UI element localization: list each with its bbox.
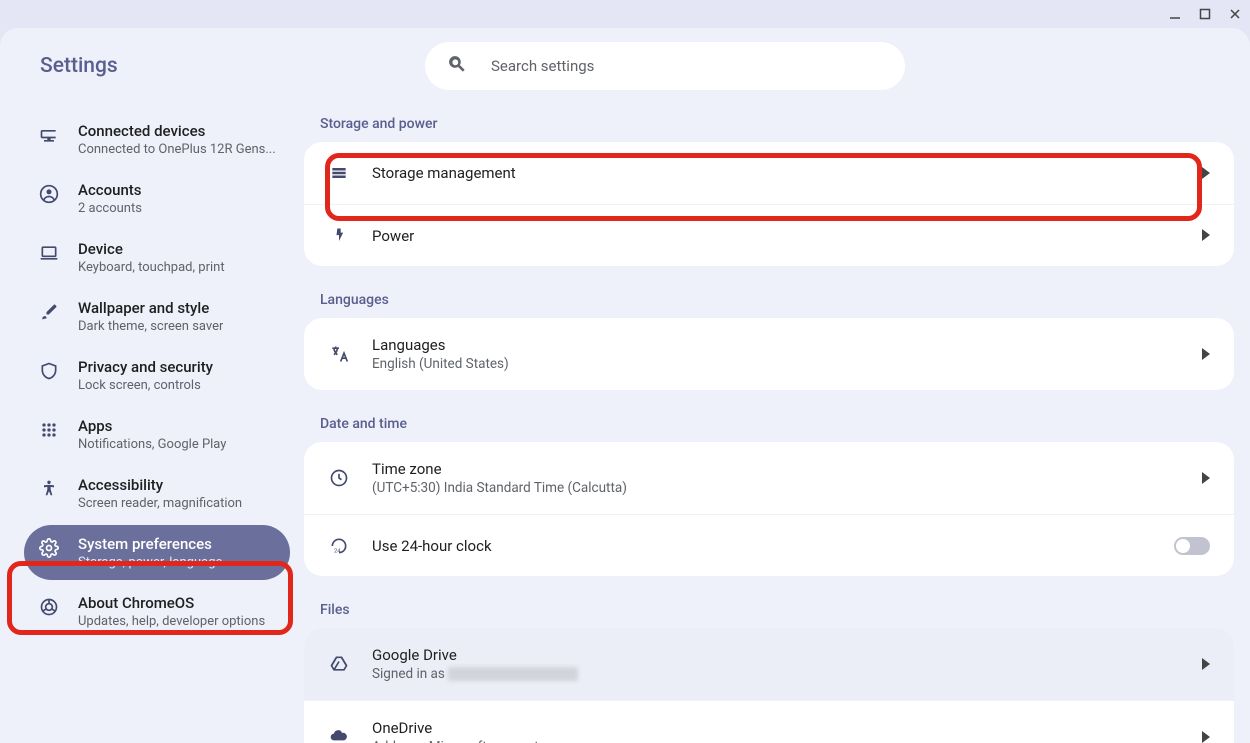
gdrive-icon bbox=[328, 653, 350, 675]
row-languages[interactable]: Languages English (United States) bbox=[304, 318, 1234, 390]
section-storage-power: Storage and power bbox=[304, 108, 1234, 142]
apps-icon bbox=[38, 419, 60, 441]
close-button[interactable] bbox=[1228, 7, 1242, 21]
chevron-right-icon bbox=[1202, 728, 1210, 743]
maximize-button[interactable] bbox=[1198, 7, 1212, 21]
row-google-drive[interactable]: Google Drive Signed in as bbox=[304, 628, 1234, 700]
settings-app: Settings Connected devices Connected to … bbox=[0, 28, 1250, 743]
gdrive-account: Signed in as bbox=[372, 666, 1180, 682]
chevron-right-icon bbox=[1202, 226, 1210, 245]
window-titlebar bbox=[0, 0, 1250, 28]
sidebar-item-privacy[interactable]: Privacy and security Lock screen, contro… bbox=[24, 348, 290, 403]
card-date-time: Time zone (UTC+5:30) India Standard Time… bbox=[304, 442, 1234, 576]
sidebar-item-connected-devices[interactable]: Connected devices Connected to OnePlus 1… bbox=[24, 112, 290, 167]
card-languages: Languages English (United States) bbox=[304, 318, 1234, 390]
translate-icon bbox=[328, 343, 350, 365]
search-input[interactable] bbox=[491, 57, 883, 75]
sidebar-item-about[interactable]: About ChromeOS Updates, help, developer … bbox=[24, 584, 290, 639]
app-title: Settings bbox=[0, 54, 320, 78]
chevron-right-icon bbox=[1202, 345, 1210, 364]
toggle-24hour[interactable] bbox=[1174, 537, 1210, 555]
card-files: Google Drive Signed in as OneDrive Add y… bbox=[304, 628, 1234, 743]
app-header: Settings bbox=[0, 28, 1250, 104]
shield-icon bbox=[38, 360, 60, 382]
svg-text:24: 24 bbox=[334, 548, 341, 554]
chrome-icon bbox=[38, 596, 60, 618]
search-icon bbox=[447, 54, 467, 78]
sidebar-item-accessibility[interactable]: Accessibility Screen reader, magnificati… bbox=[24, 466, 290, 521]
section-files: Files bbox=[304, 594, 1234, 628]
chevron-right-icon bbox=[1202, 164, 1210, 183]
search-box[interactable] bbox=[425, 42, 905, 90]
sidebar-item-wallpaper[interactable]: Wallpaper and style Dark theme, screen s… bbox=[24, 289, 290, 344]
sidebar-item-apps[interactable]: Apps Notifications, Google Play bbox=[24, 407, 290, 462]
sidebar-item-device[interactable]: Device Keyboard, touchpad, print bbox=[24, 230, 290, 285]
sidebar-item-system-preferences[interactable]: System preferences Storage, power, langu… bbox=[24, 525, 290, 580]
row-power[interactable]: Power bbox=[304, 204, 1234, 266]
sidebar-item-accounts[interactable]: Accounts 2 accounts bbox=[24, 171, 290, 226]
power-icon bbox=[328, 225, 350, 247]
chevron-right-icon bbox=[1202, 655, 1210, 674]
chevron-right-icon bbox=[1202, 469, 1210, 488]
row-onedrive[interactable]: OneDrive Add your Microsoft account bbox=[304, 700, 1234, 743]
gear-icon bbox=[38, 537, 60, 559]
section-languages: Languages bbox=[304, 284, 1234, 318]
laptop-icon bbox=[38, 242, 60, 264]
section-date-time: Date and time bbox=[304, 408, 1234, 442]
redacted-email bbox=[448, 667, 578, 681]
sidebar: Connected devices Connected to OnePlus 1… bbox=[0, 104, 300, 743]
account-icon bbox=[38, 183, 60, 205]
accessibility-icon bbox=[38, 478, 60, 500]
row-storage-management[interactable]: Storage management bbox=[304, 142, 1234, 204]
row-24hour-clock[interactable]: 24 Use 24-hour clock bbox=[304, 514, 1234, 576]
row-timezone[interactable]: Time zone (UTC+5:30) India Standard Time… bbox=[304, 442, 1234, 514]
storage-icon bbox=[328, 162, 350, 184]
minimize-button[interactable] bbox=[1168, 7, 1182, 21]
settings-content: Storage and power Storage management Pow… bbox=[300, 104, 1250, 743]
clock-24-icon: 24 bbox=[328, 535, 350, 557]
nav-title: Connected devices bbox=[78, 122, 276, 140]
brush-icon bbox=[38, 301, 60, 323]
clock-icon bbox=[328, 467, 350, 489]
onedrive-icon bbox=[328, 726, 350, 743]
card-storage-power: Storage management Power bbox=[304, 142, 1234, 266]
nav-sub: Connected to OnePlus 12R Gens... bbox=[78, 142, 276, 157]
devices-icon bbox=[38, 124, 60, 146]
